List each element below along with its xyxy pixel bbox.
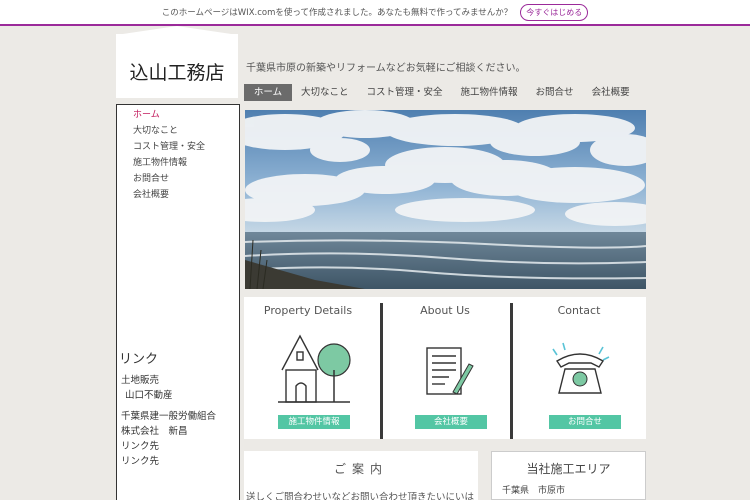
sidebar-menu: ホーム 大切なこと コスト管理・安全 施工物件情報 お問合せ 会社概要: [133, 107, 205, 203]
sidebar-item-home[interactable]: ホーム: [133, 107, 205, 123]
service-area-item: 千葉県 市原市: [502, 486, 566, 496]
top-navigation: ホーム 大切なこと コスト管理・安全 施工物件情報 お問合せ 会社概要: [244, 84, 639, 101]
topnav-company[interactable]: 会社概要: [583, 84, 639, 101]
link-yamaguchi[interactable]: 山口不動産: [121, 388, 216, 403]
link-placeholder-2[interactable]: リンク先: [121, 454, 216, 469]
hero-beach-image: [245, 110, 646, 289]
wix-promo-text: このホームページはWIX.comを使って作成されました。あなたも無料で作ってみま…: [161, 8, 513, 18]
properties-button[interactable]: 施工物件情報: [278, 415, 350, 429]
topnav-important[interactable]: 大切なこと: [292, 84, 358, 101]
sidebar: ホーム 大切なこと コスト管理・安全 施工物件情報 お問合せ 会社概要 リンク …: [116, 104, 240, 500]
link-shinsho[interactable]: 株式会社 新昌: [121, 424, 216, 439]
panel-divider: [510, 303, 513, 439]
wix-promo-banner: このホームページはWIX.comを使って作成されました。あなたも無料で作ってみま…: [0, 0, 750, 26]
topnav-cost-safety[interactable]: コスト管理・安全: [358, 84, 452, 101]
sidebar-item-properties[interactable]: 施工物件情報: [133, 155, 205, 171]
topnav-contact[interactable]: お問合せ: [527, 84, 583, 101]
topnav-home[interactable]: ホーム: [244, 84, 292, 101]
sidebar-item-cost-safety[interactable]: コスト管理・安全: [133, 139, 205, 155]
contact-button[interactable]: お問合せ: [549, 415, 621, 429]
panel-contact: Contact お問合せ: [515, 297, 643, 439]
wix-start-button[interactable]: 今すぐはじめる: [520, 3, 589, 21]
info-text: 送しくご問合わせいなどお問い合わせ頂きたいにいは: [246, 492, 475, 500]
telephone-icon: [552, 342, 610, 394]
feature-panels: Property Details 施工物件情報 About Us 会社概要 Co…: [244, 297, 646, 439]
logo-text: 込山工務店: [129, 62, 225, 84]
service-area-section: 当社施工エリア 千葉県 市原市: [491, 451, 646, 500]
site-logo[interactable]: 込山工務店: [116, 26, 238, 98]
links-list: 土地販売 山口不動産 千葉県建一般労働組合 株式会社 新昌 リンク先 リンク先: [121, 373, 216, 469]
panel-title: Property Details: [263, 304, 353, 317]
link-placeholder-1[interactable]: リンク先: [121, 439, 216, 454]
topnav-properties[interactable]: 施工物件情報: [452, 84, 527, 101]
service-area-title: 当社施工エリア: [526, 462, 611, 476]
house-illustration-icon: [278, 334, 351, 403]
info-section: ご案内 送しくご問合わせいなどお問い合わせ頂きたいにいは: [244, 451, 478, 500]
sidebar-item-contact[interactable]: お問合せ: [133, 171, 205, 187]
panel-title: About Us: [420, 304, 470, 317]
link-union[interactable]: 千葉県建一般労働組合: [121, 409, 216, 424]
company-button[interactable]: 会社概要: [415, 415, 487, 429]
site-tagline: 千葉県市原の新築やリフォームなどお気軽にご相談ください。: [246, 63, 526, 74]
sidebar-item-company[interactable]: 会社概要: [133, 187, 205, 203]
panel-title: Contact: [557, 304, 601, 317]
sidebar-item-important[interactable]: 大切なこと: [133, 123, 205, 139]
link-land-sales[interactable]: 土地販売: [121, 373, 216, 388]
panel-property-details: Property Details 施工物件情報: [244, 297, 372, 439]
document-pen-icon: [426, 347, 474, 395]
links-heading: リンク: [119, 352, 159, 367]
info-title: ご案内: [333, 462, 388, 476]
panel-about-us: About Us 会社概要: [381, 297, 509, 439]
